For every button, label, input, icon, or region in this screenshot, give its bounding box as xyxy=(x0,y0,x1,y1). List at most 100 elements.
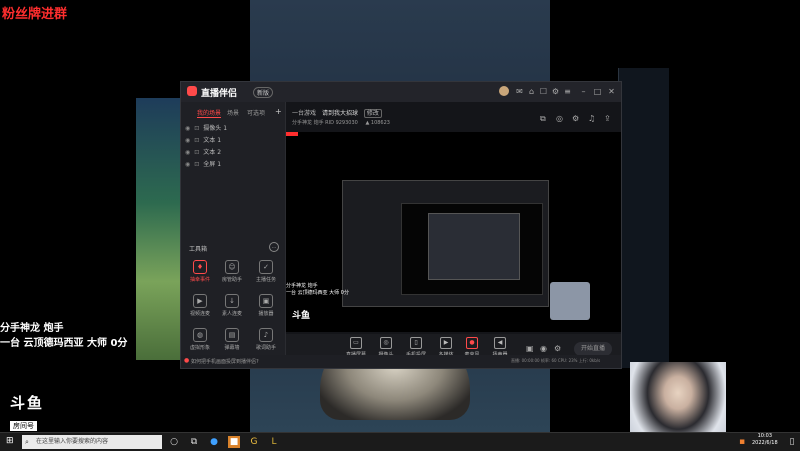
edit-title-button[interactable]: 修改 xyxy=(363,109,382,118)
streamer-info: 分手神龙 炮手 一台 云顶德玛西亚 大师 0分 xyxy=(0,321,127,351)
eye-icon[interactable]: ◉ xyxy=(540,344,547,353)
multitask-icon[interactable]: ⧉ xyxy=(188,436,200,448)
tool-guest-link[interactable]: ↓ 素人连麦 xyxy=(217,294,247,324)
edge-icon[interactable]: ● xyxy=(208,436,220,448)
start-live-button[interactable]: 开始直播 xyxy=(574,342,612,356)
tab-scenes[interactable]: 场景 xyxy=(227,108,239,117)
scene-row[interactable]: ◉ ⊡ 文本 1 xyxy=(185,135,221,144)
scene-row[interactable]: ◉ ⊡ 文本 2 xyxy=(185,147,221,156)
settings-icon[interactable]: ⚙ xyxy=(551,87,560,96)
preview-caption-line2: 一台 云顶德玛西亚 大师 0分 xyxy=(286,290,349,296)
maximize-icon[interactable]: □ xyxy=(593,87,602,96)
nested-window-preview xyxy=(342,180,549,307)
preview-caption: 分手神龙 炮手 一台 云顶德玛西亚 大师 0分 xyxy=(286,283,349,297)
record-icon[interactable]: ◎ xyxy=(556,114,563,123)
more-icon[interactable]: … xyxy=(269,242,279,252)
right-side-panel xyxy=(618,68,669,368)
room-title-value[interactable]: 请到我大招球 xyxy=(322,110,358,117)
record-icon[interactable]: ▣ xyxy=(526,344,534,353)
phone-icon: ▯ xyxy=(410,337,422,349)
avatar[interactable] xyxy=(499,86,509,96)
task-view-icon[interactable]: ○ xyxy=(168,436,180,448)
app-logo-icon xyxy=(187,86,197,96)
user-icon: ☺ xyxy=(225,260,239,274)
hot-value: 108623 xyxy=(370,120,390,126)
download-icon: ↓ xyxy=(225,294,239,308)
tab-my-scenes[interactable]: 我的场景 xyxy=(197,108,222,118)
player-icon: ▣ xyxy=(259,294,273,308)
barrage-icon: ▤ xyxy=(225,328,239,342)
room-title-line: 一台游戏 请到我大招球 修改 xyxy=(292,108,382,118)
share-icon[interactable]: ⇪ xyxy=(604,114,611,123)
menu-icon[interactable]: ≡ xyxy=(563,87,572,96)
lock-icon[interactable]: ⊡ xyxy=(194,149,199,156)
room-info-line: 分手神龙 炮手 RID 9293030 ▲ 108623 xyxy=(292,119,390,126)
tool-lottery[interactable]: ♦ 抽幸事件 xyxy=(185,260,215,290)
eye-icon[interactable]: ◉ xyxy=(185,137,190,144)
status-tip-link[interactable]: 如何把手机画面投屏到播伴侣? xyxy=(191,358,259,365)
scene-label: 文本 2 xyxy=(203,149,222,156)
tool-avatar[interactable]: ◍ 虚拟形象 xyxy=(185,328,215,358)
version-badge[interactable]: 新版 xyxy=(253,87,274,98)
tool-task[interactable]: ✓ 主播任务 xyxy=(251,260,281,290)
taskbar-search[interactable]: ⌕ 在这里输入你要搜索的内容 xyxy=(22,435,162,449)
eye-icon[interactable]: ◉ xyxy=(185,149,190,156)
clock-date: 2022/6/18 xyxy=(752,440,778,446)
tool-room-admin[interactable]: ☺ 房管助手 xyxy=(217,260,247,290)
tool-lyrics[interactable]: ♪ 歌词助手 xyxy=(251,328,281,358)
minimize-icon[interactable]: – xyxy=(579,87,588,96)
room-info: 分手神龙 炮手 RID 9293030 xyxy=(292,120,358,126)
scene-label: 全屏 1 xyxy=(203,161,222,168)
close-icon[interactable]: ✕ xyxy=(607,87,616,96)
tab-options[interactable]: 可选项 xyxy=(247,108,265,117)
stream-stats: 直播: 00:00:00 帧率: 60 CPU: 23% 上行: 0kb/s xyxy=(511,358,601,363)
tool-video-link[interactable]: ▶ 视频连麦 xyxy=(185,294,215,324)
search-icon: ⌕ xyxy=(25,438,29,446)
league-icon[interactable]: L xyxy=(268,436,280,448)
microphone-icon: ● xyxy=(466,337,478,349)
mail-icon[interactable]: ☐ xyxy=(539,87,548,96)
tool-barrage[interactable]: ▤ 弹幕墙 xyxy=(217,328,247,358)
tool-player[interactable]: ▣ 播放器 xyxy=(251,294,281,324)
notification-icon[interactable]: ▯ xyxy=(788,436,796,448)
taskbar: ⊞ ⌕ 在这里输入你要搜索的内容 ○ ⧉ ● ■ G L ▪ ▯ xyxy=(0,432,800,451)
douyu-logo: 斗鱼 房间号 9293030 xyxy=(10,392,60,440)
add-scene-icon[interactable]: + xyxy=(275,107,282,116)
fullscreen-icon[interactable]: ⧉ xyxy=(540,114,546,124)
task-icon: ✓ xyxy=(259,260,273,274)
hot-icon: ▲ xyxy=(365,120,370,126)
tool-label: 抽幸事件 xyxy=(189,277,210,283)
settings-icon[interactable]: ⚙ xyxy=(572,114,579,123)
message-icon[interactable]: ✉ xyxy=(515,87,524,96)
webcam-preview xyxy=(550,282,590,320)
tool-label: 视频连麦 xyxy=(189,311,210,317)
tool-label: 播放器 xyxy=(258,311,274,317)
game-window-strip xyxy=(136,98,180,360)
eye-icon[interactable]: ◉ xyxy=(185,161,190,168)
speaker-icon: ◀ xyxy=(494,337,506,349)
lock-icon[interactable]: ⊡ xyxy=(194,137,199,144)
stream-preview[interactable]: 分手神龙 炮手 一台 云顶德玛西亚 大师 0分 斗鱼 xyxy=(286,132,621,332)
fan-badge-text: 粉丝牌进群 xyxy=(2,7,68,22)
windows-start-icon[interactable]: ⊞ xyxy=(6,437,15,446)
tool-label: 虚拟形象 xyxy=(189,345,210,351)
nested-preview-inner xyxy=(428,213,520,280)
lock-icon[interactable]: ⊡ xyxy=(194,161,199,168)
bell-icon[interactable]: ♫ xyxy=(588,114,595,123)
game-launcher-icon[interactable]: G xyxy=(248,436,260,448)
live-indicator xyxy=(286,132,298,136)
lock-icon[interactable]: ⊡ xyxy=(194,125,199,132)
gift-icon[interactable]: ⌂ xyxy=(527,87,536,96)
taskbar-clock[interactable]: 10:03 2022/6/18 xyxy=(752,433,778,447)
eye-icon[interactable]: ◉ xyxy=(185,125,190,132)
preview-caption-line1: 分手神龙 炮手 xyxy=(286,283,318,289)
clock-time: 10:03 xyxy=(757,433,773,439)
live-app-icon[interactable]: ■ xyxy=(228,436,240,448)
scene-row[interactable]: ◉ ⊡ 摄像头 1 xyxy=(185,123,227,132)
title-bar: 直播伴侣 新版 ✉ ⌂ ☐ ⚙ ≡ – □ ✕ xyxy=(181,82,621,102)
tool-label: 素人连麦 xyxy=(221,311,242,317)
lyric-icon: ♪ xyxy=(259,328,273,342)
scene-row[interactable]: ◉ ⊡ 全屏 1 xyxy=(185,159,221,168)
settings-icon[interactable]: ⚙ xyxy=(554,344,561,353)
tray-app-icon[interactable]: ▪ xyxy=(736,436,748,448)
